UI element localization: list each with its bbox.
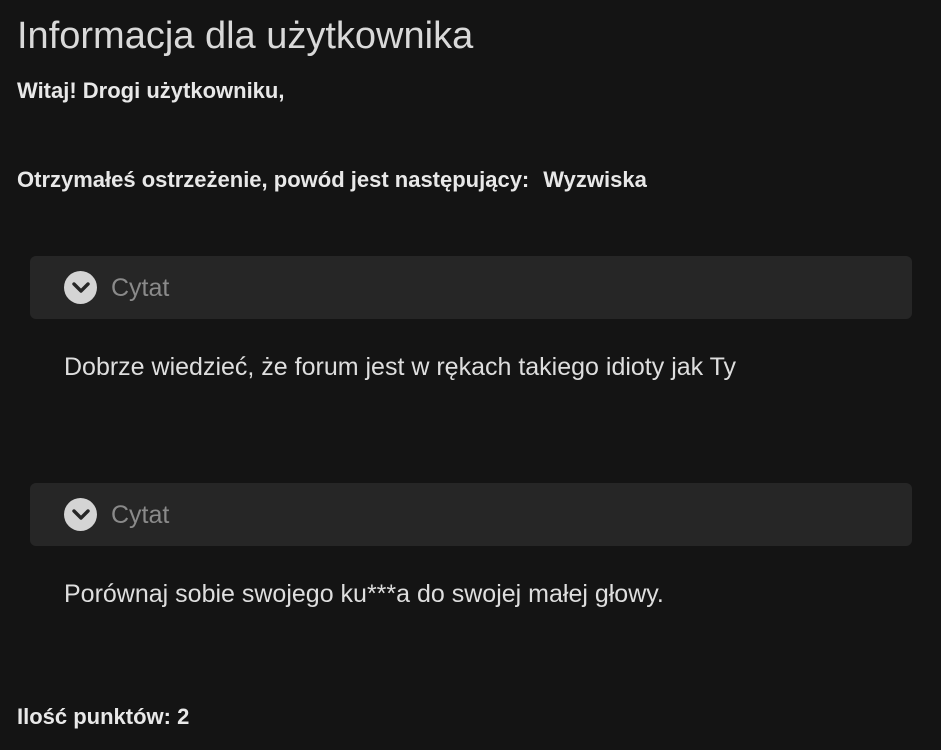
quote-label: Cytat: [111, 500, 170, 529]
warning-message: Otrzymałeś ostrzeżenie, powód jest nastę…: [17, 165, 647, 195]
quote-toggle-2[interactable]: Cytat: [30, 483, 912, 546]
greeting-text: Witaj! Drogi użytkowniku,: [17, 78, 285, 103]
warning-text: Otrzymałeś ostrzeżenie, powód jest nastę…: [17, 167, 530, 192]
chevron-down-icon: [64, 271, 97, 304]
quote-toggle-1[interactable]: Cytat: [30, 256, 912, 319]
warning-reason: Wyzwiska: [543, 167, 647, 192]
chevron-down-icon: [64, 498, 97, 531]
quote-text-1: Dobrze wiedzieć, że forum jest w rękach …: [64, 353, 737, 381]
points-count: Ilość punktów: 2: [17, 704, 190, 729]
quote-label: Cytat: [111, 273, 170, 302]
quote-text-2: Porównaj sobie swojego ku***a do swojej …: [64, 580, 664, 608]
page-title: Informacja dla użytkownika: [17, 15, 474, 57]
